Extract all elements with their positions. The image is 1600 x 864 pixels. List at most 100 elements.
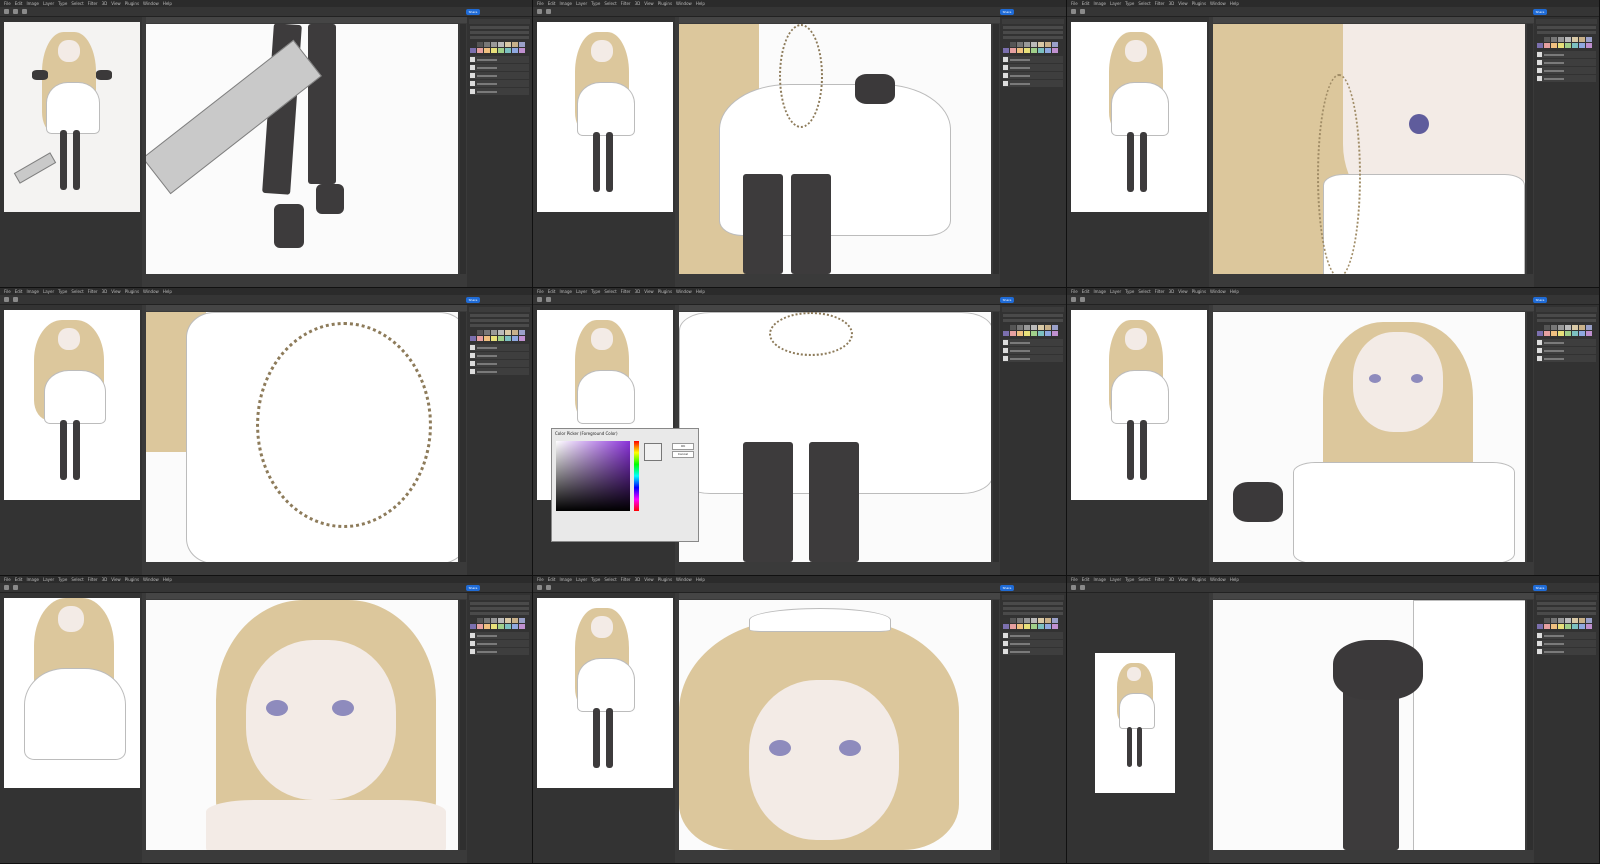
menu-item-view[interactable]: View	[111, 576, 121, 583]
menu-item-plugins[interactable]: Plugins	[658, 288, 672, 295]
swatch[interactable]	[1038, 325, 1044, 330]
menu-item-plugins[interactable]: Plugins	[125, 576, 139, 583]
swatch[interactable]	[1586, 618, 1592, 623]
swatch[interactable]	[519, 330, 525, 335]
menu-item-edit[interactable]: Edit	[1082, 0, 1090, 7]
swatch[interactable]	[491, 42, 497, 47]
menu-item-plugins[interactable]: Plugins	[658, 576, 672, 583]
color-picker-dialog[interactable]: Color Picker (Foreground Color) OK Cance…	[551, 428, 699, 542]
canvas[interactable]	[146, 24, 458, 274]
document-tab[interactable]	[1213, 305, 1537, 311]
menu-item-3d[interactable]: 3D	[635, 288, 641, 295]
swatch[interactable]	[1579, 624, 1585, 629]
share-button[interactable]: Share	[466, 8, 480, 15]
menu-item-file[interactable]: File	[1071, 0, 1078, 7]
swatch[interactable]	[498, 618, 504, 623]
swatch[interactable]	[1052, 618, 1058, 623]
brush-icon[interactable]	[13, 297, 18, 302]
swatch[interactable]	[1551, 624, 1557, 629]
swatch[interactable]	[1045, 325, 1051, 330]
menu-item-window[interactable]: Window	[143, 576, 159, 583]
swatch[interactable]	[1024, 331, 1030, 336]
swatch[interactable]	[1565, 43, 1571, 48]
canvas[interactable]	[1213, 312, 1525, 562]
menu-item-window[interactable]: Window	[143, 288, 159, 295]
menu-item-window[interactable]: Window	[676, 576, 692, 583]
brush-icon[interactable]	[1080, 9, 1085, 14]
swatch[interactable]	[519, 624, 525, 629]
menu-item-select[interactable]: Select	[71, 0, 83, 7]
swatch[interactable]	[484, 624, 490, 629]
menu-item-edit[interactable]: Edit	[548, 576, 556, 583]
swatch[interactable]	[491, 624, 497, 629]
swatch[interactable]	[1558, 624, 1564, 629]
menu-item-window[interactable]: Window	[143, 0, 159, 7]
menu-item-3d[interactable]: 3D	[1169, 576, 1175, 583]
swatch[interactable]	[1565, 37, 1571, 42]
swatch[interactable]	[484, 330, 490, 335]
swatch[interactable]	[1003, 618, 1009, 623]
menu-item-image[interactable]: Image	[559, 288, 572, 295]
swatch[interactable]	[1565, 624, 1571, 629]
swatch[interactable]	[1045, 624, 1051, 629]
swatch[interactable]	[505, 330, 511, 335]
menu-item-select[interactable]: Select	[71, 288, 83, 295]
menu-item-window[interactable]: Window	[1210, 288, 1226, 295]
swatch[interactable]	[1010, 42, 1016, 47]
swatch[interactable]	[1038, 48, 1044, 53]
swatch[interactable]	[1565, 325, 1571, 330]
swatch[interactable]	[1558, 43, 1564, 48]
menu-item-image[interactable]: Image	[26, 0, 39, 7]
swatch[interactable]	[470, 336, 476, 341]
swatch[interactable]	[498, 330, 504, 335]
swatch[interactable]	[1017, 48, 1023, 53]
swatch[interactable]	[1558, 331, 1564, 336]
swatch[interactable]	[1031, 48, 1037, 53]
swatch[interactable]	[1010, 624, 1016, 629]
share-button[interactable]: Share	[1533, 296, 1547, 303]
swatch[interactable]	[1024, 325, 1030, 330]
document-tab[interactable]	[679, 305, 1003, 311]
swatch[interactable]	[1544, 43, 1550, 48]
swatch[interactable]	[1537, 331, 1543, 336]
swatch[interactable]	[491, 336, 497, 341]
swatch[interactable]	[498, 48, 504, 53]
swatch[interactable]	[491, 48, 497, 53]
menu-item-plugins[interactable]: Plugins	[1192, 288, 1206, 295]
swatch[interactable]	[512, 624, 518, 629]
menu-item-window[interactable]: Window	[1210, 576, 1226, 583]
swatch[interactable]	[1551, 43, 1557, 48]
menu-item-edit[interactable]: Edit	[15, 0, 23, 7]
menu-item-select[interactable]: Select	[71, 576, 83, 583]
menu-item-3d[interactable]: 3D	[635, 576, 641, 583]
menu-item-file[interactable]: File	[1071, 576, 1078, 583]
menu-item-filter[interactable]: Filter	[1155, 288, 1165, 295]
swatch[interactable]	[1537, 37, 1543, 42]
menu-item-file[interactable]: File	[4, 288, 11, 295]
menu-item-help[interactable]: Help	[696, 576, 705, 583]
swatch[interactable]	[519, 48, 525, 53]
menu-item-filter[interactable]: Filter	[88, 576, 98, 583]
swatch[interactable]	[1031, 42, 1037, 47]
document-tab[interactable]	[679, 593, 1003, 599]
swatch[interactable]	[1038, 42, 1044, 47]
swatch[interactable]	[1551, 618, 1557, 623]
share-button[interactable]: Share	[1000, 296, 1014, 303]
menu-item-type[interactable]: Type	[591, 0, 600, 7]
menu-item-window[interactable]: Window	[676, 0, 692, 7]
share-button[interactable]: Share	[466, 296, 480, 303]
menu-item-view[interactable]: View	[111, 288, 121, 295]
swatch[interactable]	[470, 48, 476, 53]
menu-item-type[interactable]: Type	[1125, 288, 1134, 295]
swatch[interactable]	[1544, 325, 1550, 330]
document-tab[interactable]	[146, 593, 470, 599]
swatch[interactable]	[1052, 325, 1058, 330]
menu-item-file[interactable]: File	[537, 288, 544, 295]
menu-item-help[interactable]: Help	[1230, 0, 1239, 7]
document-tab[interactable]	[146, 17, 470, 23]
menu-item-image[interactable]: Image	[1093, 288, 1106, 295]
menu-item-help[interactable]: Help	[696, 288, 705, 295]
swatch[interactable]	[1586, 331, 1592, 336]
menu-item-help[interactable]: Help	[696, 0, 705, 7]
swatch[interactable]	[1045, 331, 1051, 336]
